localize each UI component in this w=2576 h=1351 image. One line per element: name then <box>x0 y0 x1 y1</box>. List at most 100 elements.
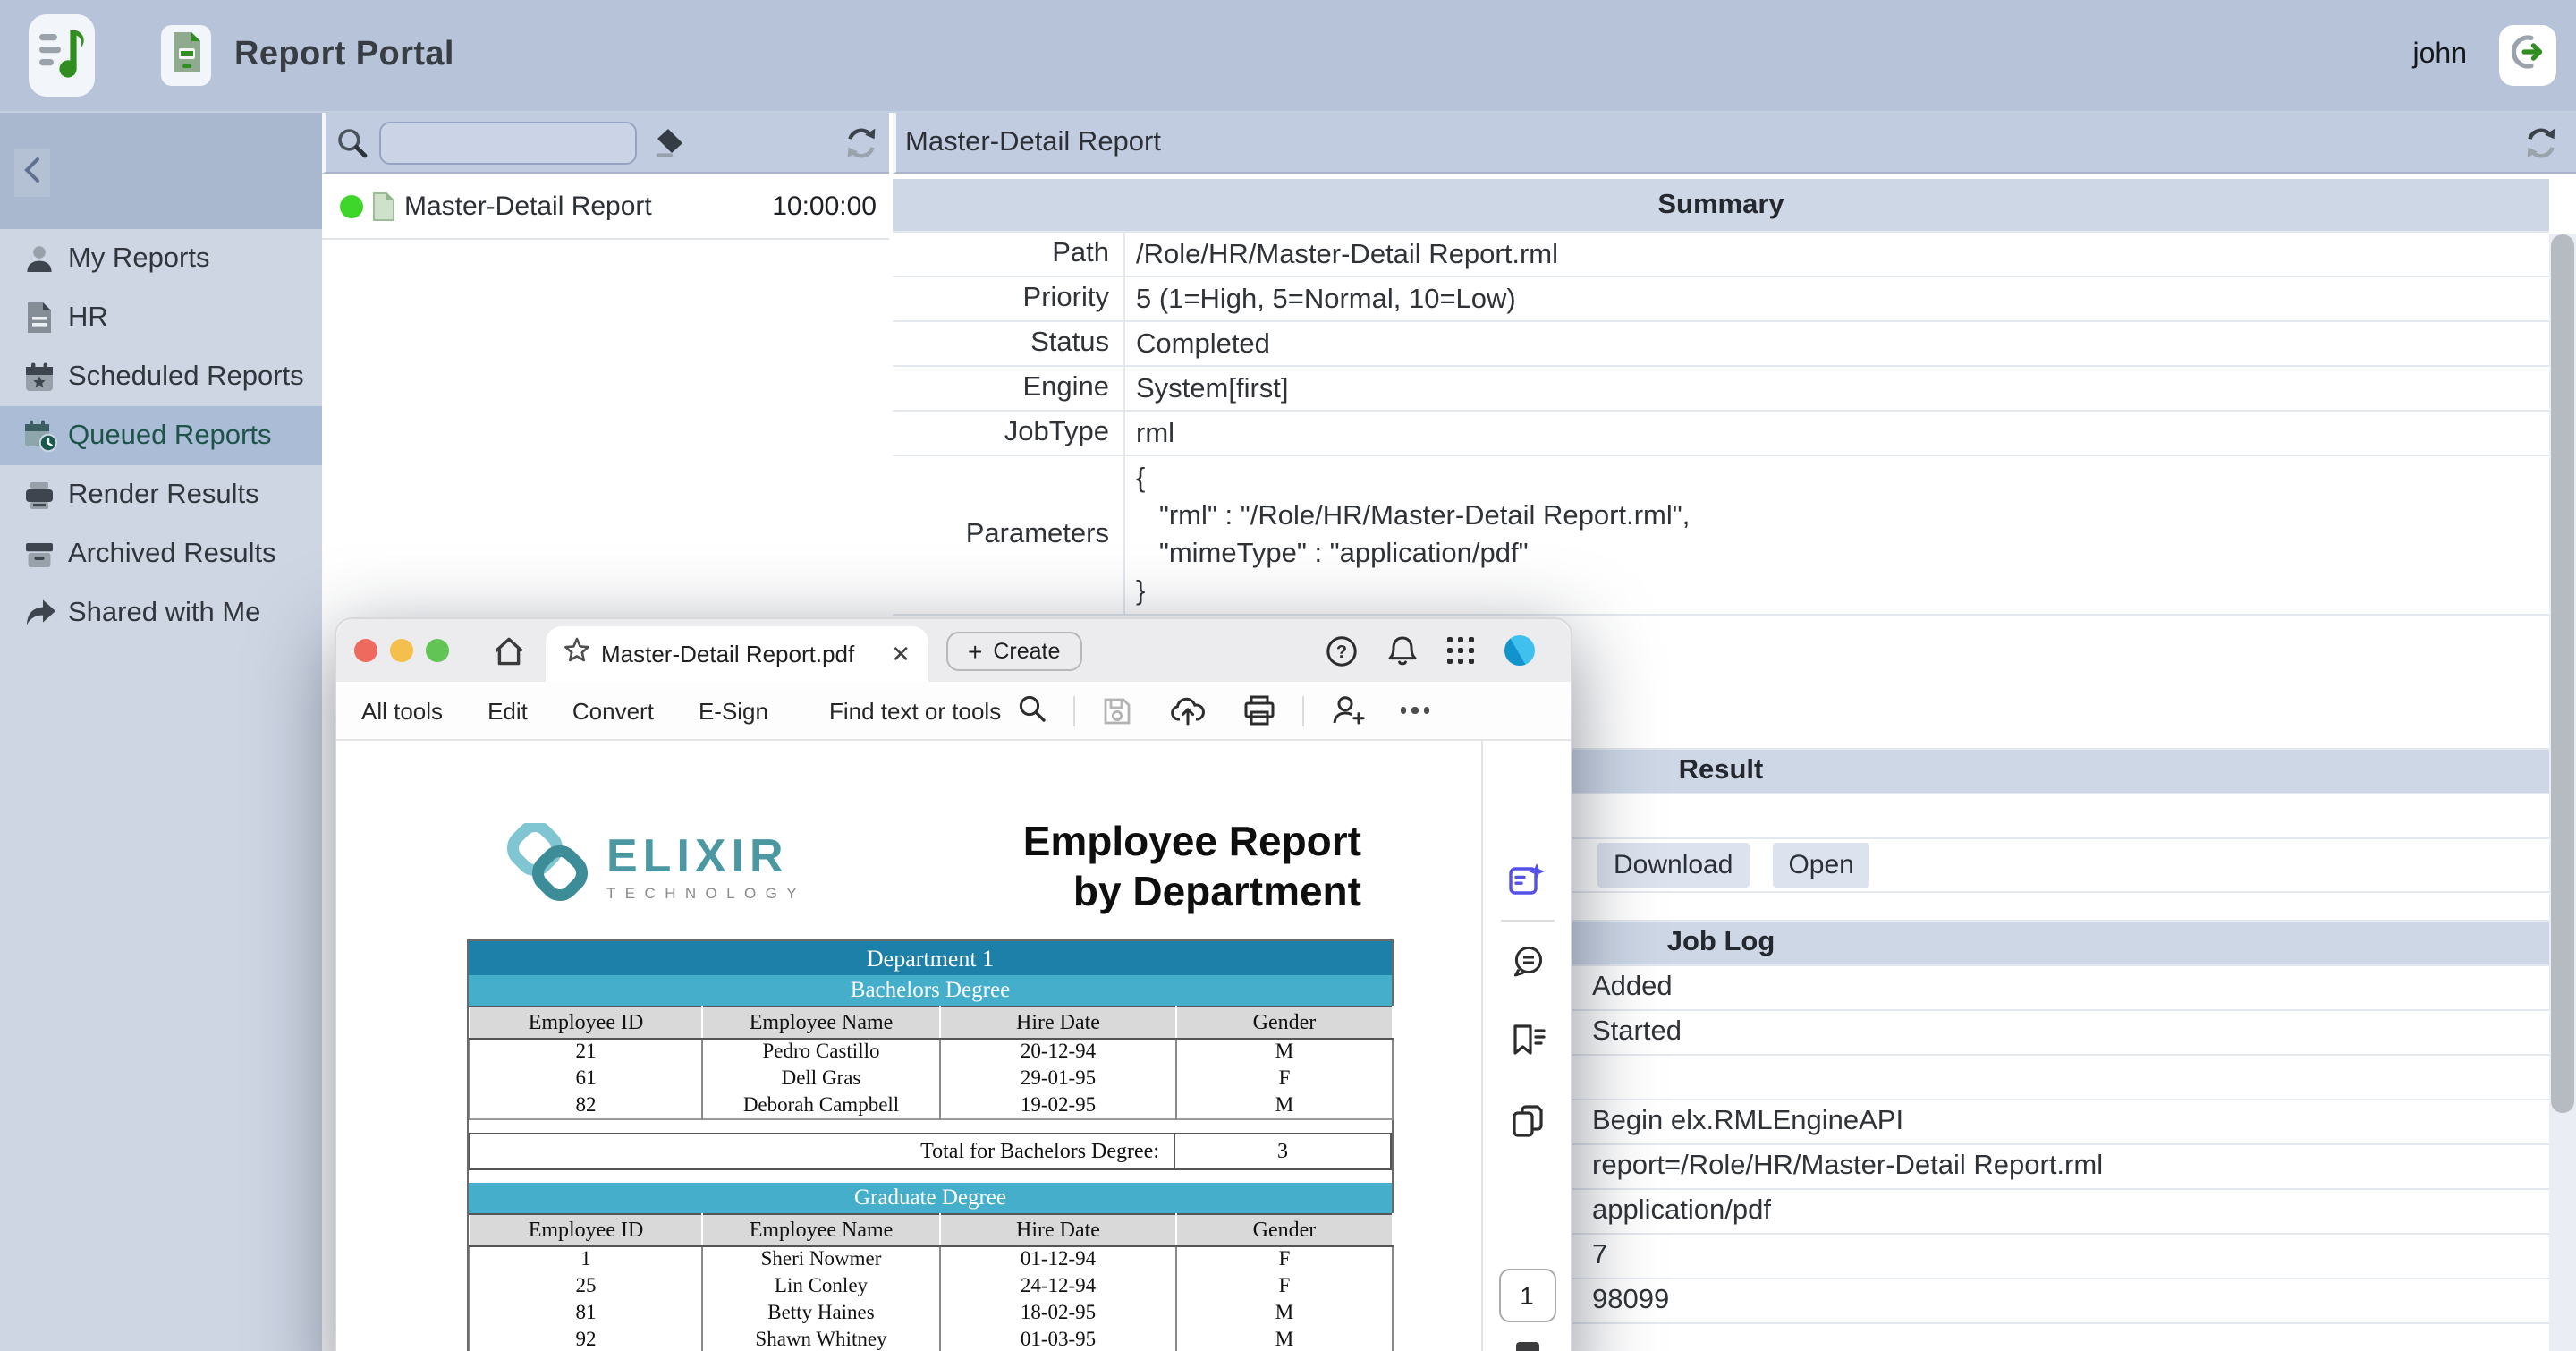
sidebar-header <box>0 113 322 229</box>
pdf-table-row: 92Shawn Whitney01-03-95M <box>470 1327 1393 1351</box>
more-options-icon[interactable] <box>1400 708 1429 714</box>
elixir-logo: ELIXIR TECHNOLOGY <box>506 823 806 911</box>
pdf-total-label: Total for Bachelors Degree: <box>470 1134 1174 1169</box>
summary-row-path: Path/Role/HR/Master-Detail Report.rml <box>893 233 2549 277</box>
pdf-cell: Lin Conley <box>702 1273 940 1300</box>
sidebar-item-label: Render Results <box>68 479 259 511</box>
search-input[interactable] <box>379 121 637 164</box>
save-icon[interactable] <box>1101 695 1131 726</box>
summary-value: { "rml" : "/Role/HR/Master-Detail Report… <box>1125 456 1704 614</box>
comments-icon[interactable] <box>1509 945 1545 979</box>
detail-toolbar: Master-Detail Report <box>893 113 2576 174</box>
cloud-upload-icon[interactable] <box>1169 694 1205 726</box>
pdf-cell: 18-02-95 <box>940 1300 1176 1327</box>
app-logo[interactable] <box>29 14 95 97</box>
ai-assistant-icon[interactable] <box>1507 862 1546 898</box>
sidebar-collapse-button[interactable] <box>14 149 50 197</box>
sidebar-item-label: Archived Results <box>68 538 276 570</box>
create-button[interactable]: + Create <box>946 632 1081 671</box>
search-icon <box>336 126 369 158</box>
refresh-list-icon[interactable] <box>844 126 878 158</box>
add-user-icon[interactable] <box>1330 694 1366 726</box>
help-icon[interactable]: ? <box>1325 634 1357 667</box>
summary-row-engine: EngineSystem[first] <box>893 367 2549 412</box>
pdf-cell: 81 <box>470 1300 702 1327</box>
pdf-menu-e-sign[interactable]: E-Sign <box>699 697 768 724</box>
document-tab[interactable]: Master-Detail Report.pdf ✕ <box>546 626 928 682</box>
open-button[interactable]: Open <box>1772 843 1869 888</box>
tab-close-icon[interactable]: ✕ <box>891 642 911 666</box>
pdf-menu-all-tools[interactable]: All tools <box>361 697 443 724</box>
printer-icon <box>21 477 57 513</box>
sidebar-item-queued-reports[interactable]: Queued Reports <box>0 406 322 465</box>
pdf-cell: 24-12-94 <box>940 1273 1176 1300</box>
report-list-item[interactable]: Master-Detail Report 10:00:00 <box>322 174 889 240</box>
app-header: Report Portal john <box>0 0 2576 113</box>
pdf-side-rail: 1 <box>1481 741 1571 1351</box>
pdf-column-header: Hire Date <box>940 1007 1176 1039</box>
summary-row-priority: Priority5 (1=High, 5=Normal, 10=Low) <box>893 277 2549 322</box>
summary-label: Engine <box>893 367 1125 410</box>
pdf-menu-edit[interactable]: Edit <box>487 697 528 724</box>
archive-icon <box>21 536 57 572</box>
pdf-cell: 1 <box>470 1246 702 1273</box>
job-log-text: application/pdf <box>1592 1195 1771 1228</box>
pdf-cell: 29-01-95 <box>940 1066 1176 1092</box>
print-icon[interactable] <box>1242 694 1275 726</box>
find-tool[interactable]: Find text or tools <box>829 693 1046 727</box>
scrollbar-thumb[interactable] <box>2551 234 2574 1113</box>
star-icon[interactable] <box>564 636 590 672</box>
rail-divider <box>1500 920 1554 922</box>
toolbar-divider <box>1072 695 1074 726</box>
brand-subtitle: TECHNOLOGY <box>606 883 806 901</box>
download-button[interactable]: Download <box>1597 843 1749 888</box>
sidebar-item-my-reports[interactable]: My Reports <box>0 229 322 288</box>
pdf-column-header: Employee ID <box>470 1214 702 1246</box>
pdf-column-header: Gender <box>1176 1007 1393 1039</box>
sidebar: My Reports HRScheduled ReportsQueued Repo… <box>0 113 322 1351</box>
logout-button[interactable] <box>2499 25 2556 86</box>
toolbar-divider <box>1301 695 1303 726</box>
summary-label: Priority <box>893 277 1125 320</box>
pdf-menu-convert[interactable]: Convert <box>572 697 654 724</box>
summary-value: System[first] <box>1125 367 1303 410</box>
home-icon[interactable] <box>492 634 526 667</box>
sidebar-item-hr[interactable]: HR <box>0 288 322 347</box>
sidebar-item-label: My Reports <box>68 242 210 275</box>
report-list-toolbar <box>322 113 889 174</box>
close-window-button[interactable] <box>354 639 377 662</box>
pdf-content-area: ELIXIR TECHNOLOGY Employee Reportby Depa… <box>336 741 1571 1351</box>
pdf-column-header: Gender <box>1176 1214 1393 1246</box>
sidebar-item-archived-results[interactable]: Archived Results <box>0 524 322 583</box>
clear-search-icon[interactable] <box>649 126 685 158</box>
pdf-cell: M <box>1176 1092 1393 1119</box>
refresh-detail-icon[interactable] <box>2524 126 2558 158</box>
partial-tool-icon[interactable] <box>1515 1342 1538 1351</box>
chevron-left-icon <box>21 156 43 190</box>
pdf-column-header: Employee Name <box>702 1007 940 1039</box>
report-doc-badge[interactable] <box>161 25 211 86</box>
zoom-window-button[interactable] <box>426 639 449 662</box>
notifications-bell-icon[interactable] <box>1387 634 1416 667</box>
report-time: 10:00:00 <box>772 191 877 221</box>
summary-heading: Summary <box>893 179 2549 233</box>
apps-grid-icon[interactable] <box>1446 637 1474 665</box>
status-dot-green <box>340 194 363 217</box>
pages-copy-icon[interactable] <box>1511 1104 1543 1138</box>
detail-scrollbar[interactable] <box>2549 234 2576 1351</box>
minimize-window-button[interactable] <box>390 639 413 662</box>
pdf-cell: M <box>1176 1039 1393 1066</box>
report-name: Master-Detail Report <box>404 191 652 221</box>
sidebar-item-scheduled-reports[interactable]: Scheduled Reports <box>0 347 322 406</box>
pdf-viewer-window: Master-Detail Report.pdf ✕ + Create ? <box>335 617 1572 1351</box>
summary-value: rml <box>1125 412 1189 455</box>
tab-title: Master-Detail Report.pdf <box>601 641 854 667</box>
sidebar-item-shared-with-me[interactable]: Shared with Me <box>0 583 322 642</box>
avatar[interactable] <box>1504 635 1535 666</box>
sidebar-item-render-results[interactable]: Render Results <box>0 465 322 524</box>
find-label: Find text or tools <box>829 697 1001 724</box>
pdf-table-row: 21Pedro Castillo20-12-94M <box>470 1039 1393 1066</box>
page-number-box[interactable]: 1 <box>1498 1269 1555 1322</box>
create-label: Create <box>993 639 1060 664</box>
bookmarks-icon[interactable] <box>1509 1024 1545 1056</box>
